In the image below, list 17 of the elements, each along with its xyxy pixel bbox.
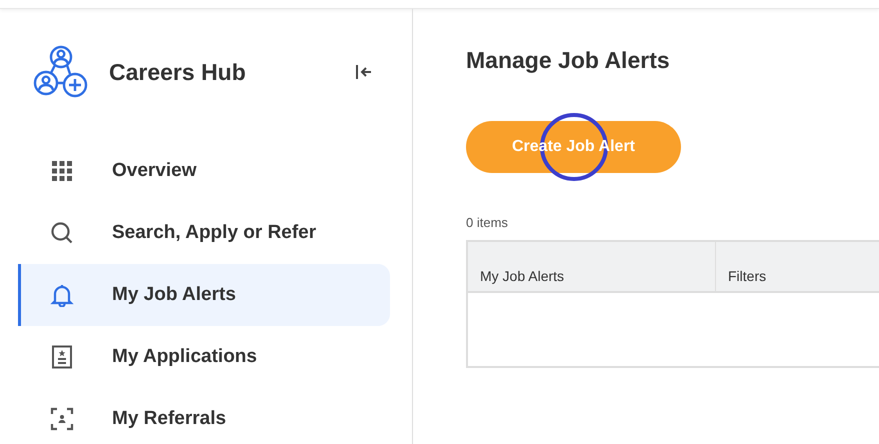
sidebar-item[interactable]: Search, Apply or Refer [18,202,390,264]
sidebar-item[interactable]: My Job Alerts [18,264,390,326]
sidebar-item[interactable]: My Applications [18,326,390,388]
careers-hub-logo-icon [33,45,89,99]
grid-icon [50,159,74,183]
column-header[interactable]: My Job Alerts [468,242,716,292]
sidebar-title: Careers Hub [109,58,247,87]
bell-icon [50,283,74,307]
page-title: Manage Job Alerts [466,47,671,75]
column-header[interactable]: Filters [716,242,766,292]
search-icon [50,221,74,245]
collapse-sidebar-icon[interactable] [354,62,374,82]
item-count: 0 items [466,214,509,232]
document-icon [50,345,74,369]
sidebar-item[interactable]: Overview [18,140,390,202]
referral-icon [50,407,74,431]
sidebar-item[interactable]: My Referrals [18,388,390,444]
